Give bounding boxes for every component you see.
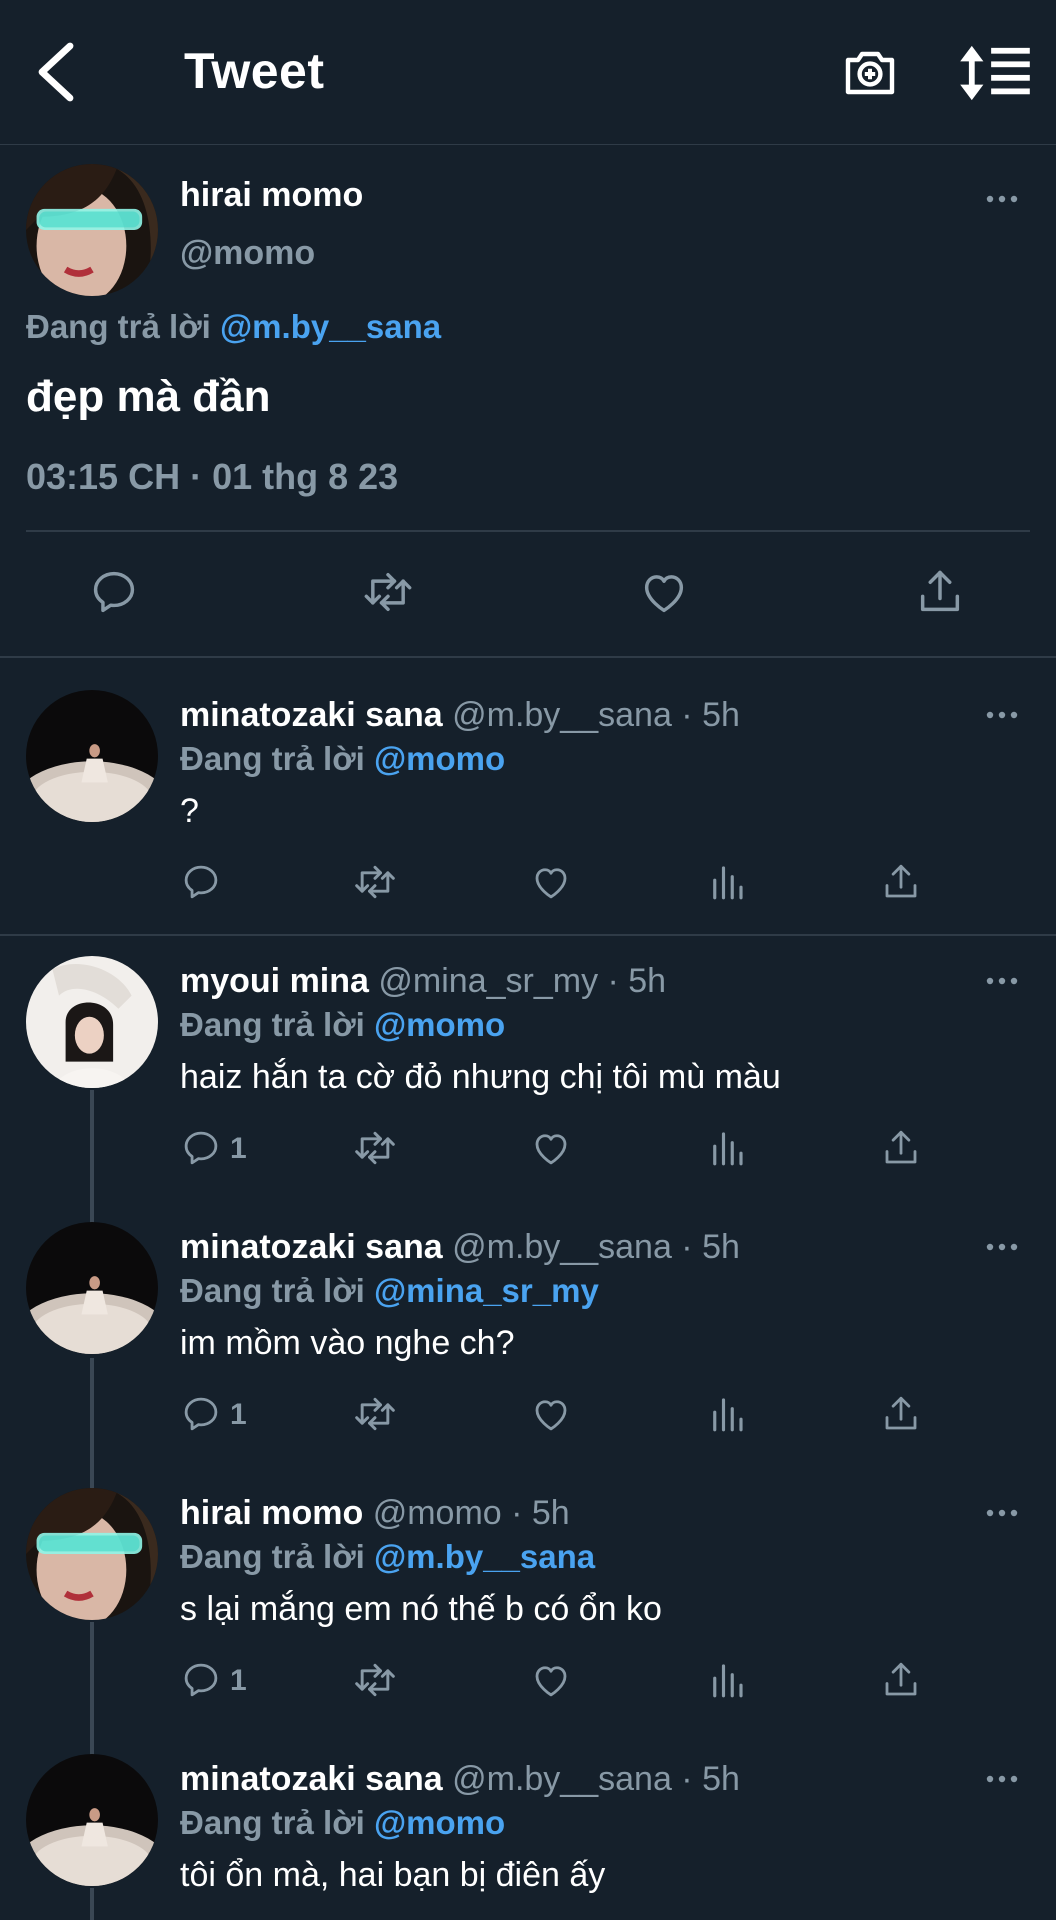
more-options-icon[interactable] bbox=[982, 708, 1022, 722]
like-icon[interactable] bbox=[530, 1126, 572, 1170]
replying-to: Đang trả lời @m.by__sana bbox=[26, 308, 441, 346]
author-name[interactable]: hirai momo bbox=[180, 176, 363, 215]
mention-link[interactable]: @momo bbox=[374, 1804, 505, 1841]
sort-icon[interactable] bbox=[960, 44, 1030, 102]
mention-link[interactable]: @momo bbox=[374, 1006, 505, 1043]
tweet-text: im mồm vào nghe ch? bbox=[180, 1324, 515, 1362]
retweet-icon[interactable] bbox=[352, 860, 398, 904]
replying-to-label: Đang trả lời bbox=[180, 1272, 365, 1309]
avatar[interactable] bbox=[26, 1754, 158, 1886]
mention-link[interactable]: @m.by__sana bbox=[220, 308, 441, 345]
author-name[interactable]: minatozaki sana bbox=[180, 696, 443, 734]
reply-count: 1 bbox=[230, 1132, 247, 1165]
reply-tweet[interactable]: minatozaki sana @m.by__sana · 5h Đang tr… bbox=[0, 1728, 1056, 1920]
page-title: Tweet bbox=[184, 43, 325, 99]
author-name[interactable]: minatozaki sana bbox=[180, 1760, 443, 1798]
mention-link[interactable]: @mina_sr_my bbox=[374, 1272, 599, 1309]
avatar[interactable] bbox=[26, 690, 158, 822]
author-meta: @m.by__sana · 5h bbox=[452, 1760, 740, 1798]
like-icon[interactable] bbox=[530, 1658, 572, 1702]
author-meta: @m.by__sana · 5h bbox=[452, 1228, 740, 1266]
share-icon[interactable] bbox=[880, 1392, 922, 1436]
share-icon[interactable] bbox=[880, 860, 922, 904]
reply-icon[interactable] bbox=[88, 566, 140, 618]
tweet-header: myoui mina @mina_sr_my · 5h bbox=[180, 962, 666, 1001]
author-handle[interactable]: @momo bbox=[180, 234, 315, 273]
like-icon[interactable] bbox=[530, 1392, 572, 1436]
reply-icon[interactable] bbox=[180, 1658, 222, 1702]
replying-to: Đang trả lời @momo bbox=[180, 1006, 505, 1044]
back-arrow-icon[interactable] bbox=[30, 40, 82, 104]
retweet-icon[interactable] bbox=[362, 566, 414, 618]
reply-tweet[interactable]: minatozaki sana @m.by__sana · 5h Đang tr… bbox=[0, 1196, 1056, 1466]
tweet-header: minatozaki sana @m.by__sana · 5h bbox=[180, 1228, 740, 1267]
share-icon[interactable] bbox=[880, 1126, 922, 1170]
reply-icon[interactable] bbox=[180, 1392, 222, 1436]
add-photo-camera-icon[interactable] bbox=[842, 44, 898, 100]
reply-icon[interactable] bbox=[180, 1126, 222, 1170]
author-name[interactable]: hirai momo bbox=[180, 1494, 363, 1532]
avatar[interactable] bbox=[26, 956, 158, 1088]
tweet-text: đẹp mà đần bbox=[26, 372, 271, 421]
analytics-icon[interactable] bbox=[706, 1126, 748, 1170]
main-tweet: hirai momo @momo Đang trả lời @m.by__san… bbox=[0, 146, 1056, 658]
retweet-icon[interactable] bbox=[352, 1392, 398, 1436]
tweet-text: s lại mắng em nó thế b có ổn ko bbox=[180, 1590, 662, 1628]
reply-tweet[interactable]: hirai momo @momo · 5h Đang trả lời @m.by… bbox=[0, 1462, 1056, 1732]
share-icon[interactable] bbox=[914, 566, 966, 618]
analytics-icon[interactable] bbox=[706, 860, 748, 904]
reply-count: 1 bbox=[230, 1398, 247, 1431]
avatar[interactable] bbox=[26, 164, 158, 296]
more-options-icon[interactable] bbox=[982, 1772, 1022, 1786]
replying-to-label: Đang trả lời bbox=[180, 1006, 365, 1043]
avatar[interactable] bbox=[26, 1488, 158, 1620]
tweet-text: haiz hắn ta cờ đỏ nhưng chị tôi mù màu bbox=[180, 1058, 781, 1096]
replying-to: Đang trả lời @momo bbox=[180, 740, 505, 778]
author-name[interactable]: myoui mina bbox=[180, 962, 369, 1000]
replying-to: Đang trả lời @m.by__sana bbox=[180, 1538, 595, 1576]
avatar[interactable] bbox=[26, 1222, 158, 1354]
tweet-header: minatozaki sana @m.by__sana · 5h bbox=[180, 1760, 740, 1799]
reply-tweet[interactable]: myoui mina @mina_sr_my · 5h Đang trả lời… bbox=[0, 930, 1056, 1200]
author-meta: @momo · 5h bbox=[372, 1494, 570, 1532]
divider bbox=[26, 530, 1030, 532]
retweet-icon[interactable] bbox=[352, 1658, 398, 1702]
reply-icon[interactable] bbox=[180, 860, 222, 904]
like-icon[interactable] bbox=[530, 860, 572, 904]
replying-to-label: Đang trả lời bbox=[180, 1538, 365, 1575]
analytics-icon[interactable] bbox=[706, 1392, 748, 1436]
analytics-icon[interactable] bbox=[706, 1658, 748, 1702]
replying-to-label: Đang trả lời bbox=[180, 740, 365, 777]
tweet-text: ? bbox=[180, 792, 199, 830]
retweet-icon[interactable] bbox=[352, 1126, 398, 1170]
like-icon[interactable] bbox=[638, 566, 690, 618]
tweet-header: minatozaki sana @m.by__sana · 5h bbox=[180, 696, 740, 735]
mention-link[interactable]: @momo bbox=[374, 740, 505, 777]
tweet-text: tôi ổn mà, hai bạn bị điên ấy bbox=[180, 1856, 606, 1894]
author-name[interactable]: minatozaki sana bbox=[180, 1228, 443, 1266]
replying-to: Đang trả lời @mina_sr_my bbox=[180, 1272, 599, 1310]
replying-to: Đang trả lời @momo bbox=[180, 1804, 505, 1842]
tweet-header: hirai momo @momo · 5h bbox=[180, 1494, 570, 1533]
replying-to-label: Đang trả lời bbox=[180, 1804, 365, 1841]
more-options-icon[interactable] bbox=[982, 1240, 1022, 1254]
replying-to-label: Đang trả lời bbox=[26, 308, 211, 345]
share-icon[interactable] bbox=[880, 1658, 922, 1702]
reply-count: 1 bbox=[230, 1664, 247, 1697]
top-bar: Tweet bbox=[0, 0, 1056, 145]
more-options-icon[interactable] bbox=[982, 974, 1022, 988]
mention-link[interactable]: @m.by__sana bbox=[374, 1538, 595, 1575]
author-meta: @mina_sr_my · 5h bbox=[378, 962, 667, 1000]
tweet-timestamp: 03:15 CH · 01 thg 8 23 bbox=[26, 456, 399, 497]
author-meta: @m.by__sana · 5h bbox=[452, 696, 740, 734]
more-options-icon[interactable] bbox=[982, 192, 1022, 206]
reply-tweet[interactable]: minatozaki sana @m.by__sana · 5h Đang tr… bbox=[0, 664, 1056, 934]
more-options-icon[interactable] bbox=[982, 1506, 1022, 1520]
